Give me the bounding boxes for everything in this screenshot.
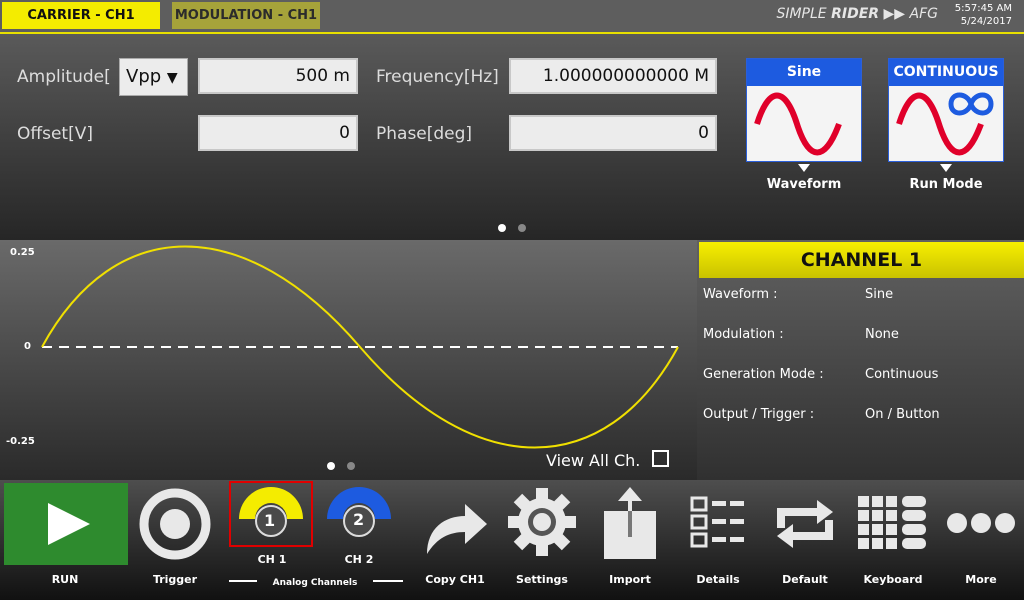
y-zero-label: 0 <box>24 341 31 352</box>
brand-afg: AFG <box>909 6 938 22</box>
details-list-icon[interactable] <box>690 494 748 554</box>
default-label: Default <box>782 573 828 586</box>
info-value-generation-mode: Continuous <box>865 367 939 382</box>
view-all-checkbox[interactable] <box>652 450 669 467</box>
ch1-button[interactable]: 1 <box>229 481 313 547</box>
y-min-label: -0.25 <box>6 436 35 447</box>
offset-field[interactable]: 0 <box>198 115 358 151</box>
details-label: Details <box>696 573 740 586</box>
graph-page-dot[interactable] <box>347 462 355 470</box>
analog-channels-label: Analog Channels <box>272 578 358 588</box>
repeat-icon[interactable] <box>771 498 839 550</box>
clock-time: 5:57:45 AM <box>954 3 1012 14</box>
runmode-dropdown-icon <box>940 164 952 172</box>
run-button[interactable] <box>4 483 128 565</box>
y-max-label: 0.25 <box>10 247 35 258</box>
settings-label: Settings <box>516 573 568 586</box>
waveform-dropdown-icon <box>798 164 810 172</box>
brand-rider: RIDER <box>831 6 880 22</box>
amplitude-unit-select[interactable]: Vpp ▼ <box>119 58 188 96</box>
channel-info-panel: CHANNEL 1 Waveform : Sine Modulation : N… <box>697 240 1024 480</box>
info-value-output-trigger: On / Button <box>865 407 940 422</box>
ch2-number: 2 <box>353 510 365 529</box>
import-label: Import <box>609 573 651 586</box>
waveform-plot <box>41 245 679 449</box>
brand-logo: SIMPLE RIDER ▶▶ AFG <box>776 6 938 22</box>
amplitude-label: Amplitude[ <box>17 67 111 87</box>
runmode-tile-header: CONTINUOUS <box>889 59 1003 86</box>
play-icon <box>48 503 90 545</box>
waveform-tile[interactable]: Sine <box>746 58 862 162</box>
keyboard-label: Keyboard <box>863 573 923 586</box>
ch2-label: CH 2 <box>344 553 374 566</box>
phase-field[interactable]: 0 <box>509 115 717 151</box>
analog-divider-right <box>373 580 403 582</box>
graph-page-dot-active[interactable] <box>327 462 335 470</box>
copy-arrow-icon[interactable] <box>423 500 489 556</box>
top-bar: CARRIER - CH1 MODULATION - CH1 SIMPLE RI… <box>0 0 1024 34</box>
import-icon[interactable] <box>600 487 660 561</box>
info-key-generation-mode: Generation Mode : <box>703 367 824 382</box>
continuous-sine-icon <box>896 92 994 156</box>
sine-wave-icon <box>754 92 842 156</box>
channel-title: CHANNEL 1 <box>699 242 1024 278</box>
runmode-tile[interactable]: CONTINUOUS <box>888 58 1004 162</box>
ch2-button[interactable]: 2 <box>319 483 399 545</box>
tab-carrier[interactable]: CARRIER - CH1 <box>2 2 160 29</box>
trigger-icon[interactable] <box>137 486 213 562</box>
ch1-label: CH 1 <box>257 553 287 566</box>
brand-arrows-icon: ▶▶ <box>883 6 906 22</box>
amplitude-field[interactable]: 500 m <box>198 58 358 94</box>
info-key-waveform: Waveform : <box>703 287 778 302</box>
sine-trace <box>41 245 679 449</box>
run-label: RUN <box>51 573 79 586</box>
brand-simple: SIMPLE <box>776 6 827 22</box>
analog-divider-left <box>229 580 257 582</box>
waveform-caption: Waveform <box>766 177 842 192</box>
more-dots-icon[interactable] <box>946 510 1016 536</box>
phase-label: Phase[deg] <box>376 124 473 144</box>
info-key-modulation: Modulation : <box>703 327 784 342</box>
view-all-label: View All Ch. <box>546 451 641 470</box>
page-dot-active[interactable] <box>498 224 506 232</box>
trigger-label: Trigger <box>152 573 198 586</box>
chevron-down-icon: ▼ <box>166 70 178 86</box>
ch1-number: 1 <box>264 511 276 530</box>
info-value-modulation: None <box>865 327 899 342</box>
offset-label: Offset[V] <box>17 124 93 144</box>
frequency-label: Frequency[Hz] <box>376 67 499 87</box>
gear-icon[interactable] <box>506 486 578 558</box>
waveform-graph <box>0 240 697 480</box>
copy-label: Copy CH1 <box>425 573 485 586</box>
page-dot[interactable] <box>518 224 526 232</box>
amplitude-unit-value: Vpp <box>126 66 162 87</box>
keyboard-icon[interactable] <box>858 496 928 552</box>
tab-modulation[interactable]: MODULATION - CH1 <box>172 2 320 29</box>
frequency-field[interactable]: 1.000000000000 M <box>509 58 717 94</box>
clock: 5:57:45 AM 5/24/2017 <box>955 2 1012 28</box>
runmode-caption: Run Mode <box>909 177 983 192</box>
info-value-waveform: Sine <box>865 287 894 302</box>
more-label: More <box>965 573 997 586</box>
clock-date: 5/24/2017 <box>960 16 1012 27</box>
info-key-output-trigger: Output / Trigger : <box>703 407 815 422</box>
waveform-tile-header: Sine <box>747 59 861 86</box>
